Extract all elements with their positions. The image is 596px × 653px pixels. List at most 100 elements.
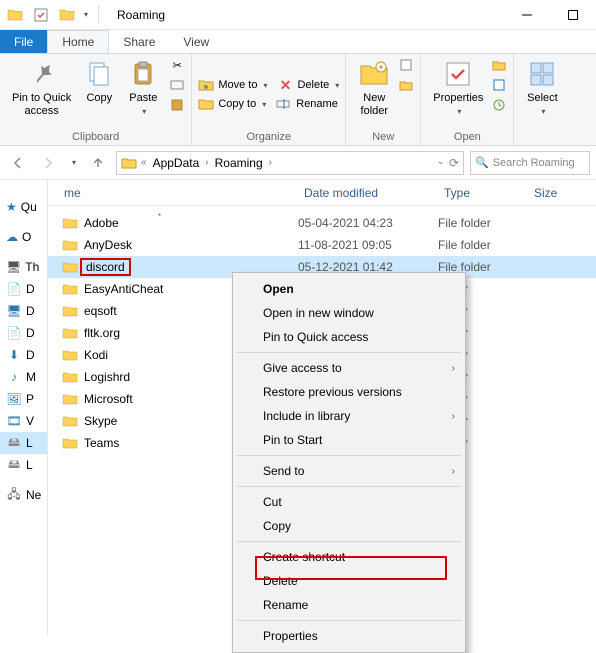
tab-file[interactable]: File <box>0 30 47 53</box>
minimize-button[interactable] <box>504 0 550 30</box>
qat-properties-icon[interactable] <box>30 4 52 26</box>
nav-network[interactable]: 🖧Ne <box>0 484 47 506</box>
file-name: Kodi <box>84 348 108 362</box>
breadcrumb-bar[interactable]: « AppData › Roaming › ⌄ ⟳ <box>116 151 464 175</box>
select-button[interactable]: Select ▾ <box>520 56 564 119</box>
downloads-icon: ⬇ <box>6 347 22 363</box>
new-item-icon <box>398 57 414 73</box>
column-headers[interactable]: me Date modified Type Size <box>48 180 596 206</box>
column-type[interactable]: Type <box>438 186 528 200</box>
title-bar: ▾ Roaming <box>0 0 596 30</box>
search-box[interactable]: 🔍 Search Roaming <box>470 151 590 175</box>
ctx-restore-previous[interactable]: Restore previous versions <box>235 380 463 404</box>
group-label-clipboard: Clipboard <box>72 131 119 145</box>
copy-path-button[interactable] <box>169 76 185 94</box>
folder-icon <box>62 325 78 341</box>
pin-label: Pin to Quick access <box>12 92 71 118</box>
chevron-down-icon: ▾ <box>457 107 461 117</box>
edit-button-small[interactable] <box>491 76 507 94</box>
cut-button[interactable]: ✂ <box>169 56 185 74</box>
nav-item[interactable]: 🖥D <box>0 300 47 322</box>
maximize-button[interactable] <box>550 0 596 30</box>
nav-up-button[interactable] <box>86 151 110 175</box>
delete-x-icon: ✕ <box>277 77 293 93</box>
table-row[interactable]: AnyDesk11-08-2021 09:05File folder <box>48 234 596 256</box>
nav-item[interactable]: 🖴L <box>0 454 47 476</box>
chevron-right-icon: › <box>452 411 455 422</box>
column-date[interactable]: Date modified <box>298 186 438 200</box>
move-to-button[interactable]: Move to ▾ <box>198 76 267 94</box>
nav-item[interactable]: 📄D <box>0 278 47 300</box>
folder-icon <box>62 281 78 297</box>
navigation-pane[interactable]: ★ Qu ☁ O 🖥 Th 📄D 🖥D 📄D ⬇D ♪M 🖼P 🎞V 🖴L 🖴L… <box>0 180 48 635</box>
pin-quick-access-button[interactable]: Pin to Quick access <box>6 56 77 120</box>
paste-shortcut-button[interactable] <box>169 96 185 114</box>
ctx-properties[interactable]: Properties <box>235 624 463 648</box>
folder-icon <box>121 155 137 171</box>
ctx-cut[interactable]: Cut <box>235 490 463 514</box>
divider <box>237 541 461 542</box>
copy-button[interactable]: Copy <box>77 56 121 107</box>
table-row[interactable]: Adobe05-04-2021 04:23File folder <box>48 212 596 234</box>
ctx-rename[interactable]: Rename <box>235 593 463 617</box>
qat-dropdown-icon[interactable]: ▾ <box>84 10 88 19</box>
delete-button[interactable]: ✕ Delete ▾ <box>277 76 339 94</box>
search-icon: 🔍 <box>475 156 489 169</box>
tab-share[interactable]: Share <box>109 30 169 53</box>
column-name[interactable]: me <box>48 186 298 200</box>
ctx-pin-start[interactable]: Pin to Start <box>235 428 463 452</box>
open-button-small[interactable] <box>491 56 507 74</box>
ctx-give-access-to[interactable]: Give access to› <box>235 356 463 380</box>
open-icon <box>491 57 507 73</box>
folder-icon <box>62 347 78 363</box>
ctx-open[interactable]: Open <box>235 277 463 301</box>
chevron-right-icon[interactable]: › <box>267 157 274 168</box>
window-title: Roaming <box>117 8 165 22</box>
move-to-icon <box>198 77 214 93</box>
documents-icon: 📄 <box>6 325 22 341</box>
ctx-delete[interactable]: Delete <box>235 569 463 593</box>
copy-icon <box>83 58 115 90</box>
column-size[interactable]: Size <box>528 186 588 200</box>
ribbon-group-new: ✦ New folder New <box>346 54 421 145</box>
chevron-right-icon[interactable]: › <box>203 157 210 168</box>
new-folder-button[interactable]: ✦ New folder <box>352 56 396 120</box>
nav-recent-button[interactable]: ▾ <box>66 151 80 175</box>
properties-button[interactable]: Properties ▾ <box>427 56 489 119</box>
breadcrumb-appdata[interactable]: AppData <box>151 156 202 170</box>
nav-item[interactable]: 🎞V <box>0 410 47 432</box>
ctx-copy[interactable]: Copy <box>235 514 463 538</box>
tab-home[interactable]: Home <box>47 30 109 53</box>
nav-item[interactable]: 📄D <box>0 322 47 344</box>
ctx-create-shortcut[interactable]: Create shortcut <box>235 545 463 569</box>
copy-to-button[interactable]: Copy to ▾ <box>198 95 266 113</box>
history-dropdown-icon[interactable]: ⌄ <box>437 156 445 170</box>
nav-item[interactable]: ♪M <box>0 366 47 388</box>
nav-item[interactable]: ⬇D <box>0 344 47 366</box>
easy-access-button[interactable] <box>398 76 414 94</box>
chevron-down-icon: ▾ <box>262 100 266 109</box>
nav-onedrive[interactable]: ☁ O <box>0 226 47 248</box>
pin-icon <box>26 58 58 90</box>
nav-item[interactable]: 🖴L <box>0 432 47 454</box>
paste-label: Paste <box>129 92 157 105</box>
tab-view[interactable]: View <box>169 30 223 53</box>
breadcrumb-roaming[interactable]: Roaming <box>213 156 265 170</box>
history-button-small[interactable] <box>491 96 507 114</box>
nav-back-button[interactable] <box>6 151 30 175</box>
nav-quick-access[interactable]: ★ Qu <box>0 196 47 218</box>
ctx-send-to[interactable]: Send to› <box>235 459 463 483</box>
new-item-button[interactable] <box>398 56 414 74</box>
ctx-pin-quick-access[interactable]: Pin to Quick access <box>235 325 463 349</box>
paste-button[interactable]: Paste ▾ <box>121 56 165 119</box>
qat-newfolder-icon[interactable] <box>56 4 78 26</box>
nav-forward-button[interactable] <box>36 151 60 175</box>
ctx-include-library[interactable]: Include in library› <box>235 404 463 428</box>
ribbon-group-clipboard: Pin to Quick access Copy Paste ▾ ✂ <box>0 54 192 145</box>
rename-button[interactable]: Rename <box>276 95 338 113</box>
nav-this-pc[interactable]: 🖥 Th <box>0 256 47 278</box>
ctx-open-new-window[interactable]: Open in new window <box>235 301 463 325</box>
chevron-right-icon[interactable]: « <box>139 157 149 168</box>
refresh-button[interactable]: ⟳ <box>449 156 459 170</box>
nav-item[interactable]: 🖼P <box>0 388 47 410</box>
